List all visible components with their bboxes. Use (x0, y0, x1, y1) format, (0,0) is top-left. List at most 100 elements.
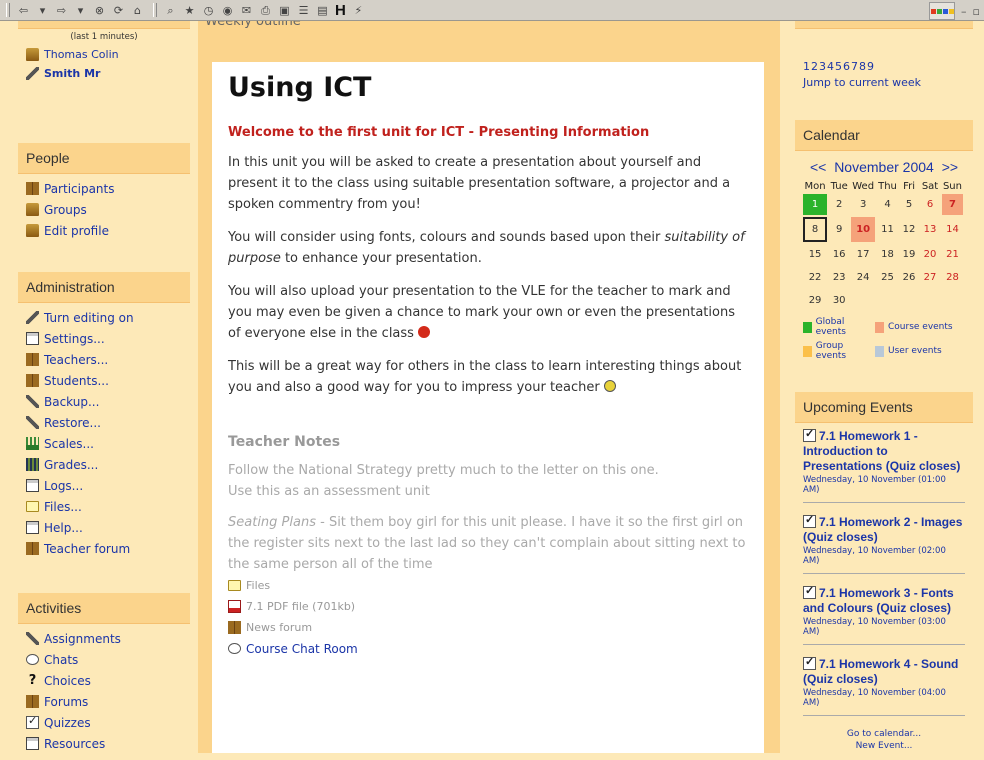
media-icon[interactable]: ◉ (221, 4, 234, 17)
files-link[interactable]: Files... (26, 496, 182, 517)
stop-icon[interactable]: ⊗ (93, 4, 106, 17)
refresh-icon[interactable]: ⟳ (112, 4, 125, 17)
calendar-day[interactable]: 23 (829, 267, 849, 288)
help-link[interactable]: Help... (26, 517, 182, 538)
next-month-link[interactable]: >> (942, 159, 958, 175)
chats-link[interactable]: Chats (26, 649, 182, 670)
minimize-icon[interactable]: – (961, 5, 967, 18)
scales-link[interactable]: Scales... (26, 433, 182, 454)
restore-link[interactable]: Restore... (26, 412, 182, 433)
user-thomas-colin[interactable]: Thomas Colin (26, 45, 182, 64)
calendar-day[interactable]: 30 (829, 290, 849, 311)
calendar-day[interactable]: 28 (942, 267, 963, 288)
calendar-day[interactable]: 7 (941, 194, 963, 215)
calendar-day[interactable]: 21 (942, 244, 963, 265)
teacher-note: Follow the National Strategy pretty much… (228, 463, 659, 499)
calendar-day[interactable]: 11 (877, 217, 898, 242)
event-item[interactable]: 7.1 Homework 1 - Introduction to Present… (803, 427, 965, 503)
mail-icon[interactable]: ✉ (240, 4, 253, 17)
calendar-day[interactable]: 2 (829, 194, 849, 215)
settings-link[interactable]: Settings... (26, 328, 182, 349)
forums-link[interactable]: Forums (26, 691, 182, 712)
calendar-day[interactable]: 27 (920, 267, 940, 288)
messenger-icon[interactable]: ▤ (316, 4, 329, 17)
course-chat-room-link[interactable]: Course Chat Room (228, 638, 764, 659)
participants-link[interactable]: Participants (26, 178, 182, 199)
calendar-day[interactable]: 9 (829, 217, 849, 242)
week-link-4[interactable]: 4 (827, 60, 835, 73)
legend-user-events[interactable]: User events (875, 341, 959, 361)
calendar-day[interactable]: 3 (851, 194, 875, 215)
links-icon[interactable]: ⚡ (352, 4, 365, 17)
calendar-event-day[interactable]: 10 (851, 217, 876, 242)
week-link-3[interactable]: 3 (819, 60, 827, 73)
search-icon[interactable]: ⌕ (164, 4, 177, 17)
calendar-day[interactable]: 15 (803, 244, 827, 265)
go-to-calendar-link[interactable]: Go to calendar... (803, 728, 965, 740)
calendar-day[interactable]: 20 (920, 244, 940, 265)
files-resource[interactable]: Files (228, 575, 764, 596)
resources-link[interactable]: Resources (26, 733, 182, 754)
calendar-day[interactable]: 24 (851, 267, 875, 288)
choices-link[interactable]: ? Choices (26, 670, 182, 691)
news-forum-resource[interactable]: News forum (228, 617, 764, 638)
week-link-9[interactable]: 9 (867, 60, 875, 73)
calendar-day[interactable]: 22 (803, 267, 827, 288)
new-event-link[interactable]: New Event... (803, 740, 965, 752)
event-item[interactable]: 7.1 Homework 3 - Fonts and Colours (Quiz… (803, 584, 965, 645)
calendar-day[interactable]: 25 (877, 267, 898, 288)
heading-icon[interactable]: H (335, 3, 346, 18)
dropdown-icon[interactable]: ▾ (36, 4, 49, 17)
calendar-day[interactable]: 4 (877, 194, 898, 215)
jump-current-week-link[interactable]: Jump to current week (803, 75, 965, 91)
calendar-day[interactable]: 6 (920, 194, 940, 215)
dropdown-icon[interactable]: ▾ (74, 4, 87, 17)
teachers-link[interactable]: Teachers... (26, 349, 182, 370)
calendar-day[interactable]: 26 (900, 267, 918, 288)
back-icon[interactable]: ⇦ (17, 4, 30, 17)
discuss-icon[interactable]: ☰ (297, 4, 310, 17)
assignments-link[interactable]: Assignments (26, 628, 182, 649)
turn-editing-on-link[interactable]: Turn editing on (26, 307, 182, 328)
week-link-2[interactable]: 2 (811, 60, 819, 73)
calendar-day[interactable]: 18 (877, 244, 898, 265)
restore-icon[interactable]: ▫ (973, 5, 980, 18)
calendar-today[interactable]: 8 (803, 217, 828, 242)
forward-icon[interactable]: ⇨ (55, 4, 68, 17)
edit-icon[interactable]: ▣ (278, 4, 291, 17)
grades-link[interactable]: Grades... (26, 454, 182, 475)
backup-link[interactable]: Backup... (26, 391, 182, 412)
history-icon[interactable]: ◷ (202, 4, 215, 17)
calendar-day[interactable]: 16 (829, 244, 849, 265)
students-link[interactable]: Students... (26, 370, 182, 391)
legend-group-events[interactable]: Group events (803, 341, 875, 361)
calendar-day[interactable]: 14 (942, 217, 963, 242)
week-link-6[interactable]: 6 (843, 60, 851, 73)
week-link-1[interactable]: 1 (803, 60, 811, 73)
user-smith-mr[interactable]: Smith Mr (26, 64, 182, 83)
edit-profile-link[interactable]: Edit profile (26, 220, 182, 241)
event-item[interactable]: 7.1 Homework 4 - Sound (Quiz closes) Wed… (803, 655, 965, 716)
event-item[interactable]: 7.1 Homework 2 - Images (Quiz closes) We… (803, 513, 965, 574)
week-link-7[interactable]: 7 (851, 60, 859, 73)
logs-link[interactable]: Logs... (26, 475, 182, 496)
prev-month-link[interactable]: << (810, 159, 826, 175)
pdf-resource[interactable]: 7.1 PDF file (701kb) (228, 596, 764, 617)
calendar-day[interactable]: 12 (900, 217, 918, 242)
calendar-day[interactable]: 19 (900, 244, 918, 265)
favorites-icon[interactable]: ★ (183, 4, 196, 17)
calendar-day[interactable]: 5 (900, 194, 918, 215)
print-icon[interactable]: ⎙ (259, 4, 272, 17)
legend-global-events[interactable]: Global events (803, 317, 875, 337)
home-icon[interactable]: ⌂ (131, 4, 144, 17)
calendar-day[interactable]: 17 (851, 244, 875, 265)
quizzes-link[interactable]: Quizzes (26, 712, 182, 733)
calendar-day[interactable]: 29 (803, 290, 827, 311)
legend-course-events[interactable]: Course events (875, 317, 959, 337)
week-link-5[interactable]: 5 (835, 60, 843, 73)
calendar-day[interactable]: 1 (803, 194, 828, 215)
calendar-day[interactable]: 13 (920, 217, 940, 242)
week-link-8[interactable]: 8 (859, 60, 867, 73)
teacher-forum-link[interactable]: Teacher forum (26, 538, 182, 559)
groups-link[interactable]: Groups (26, 199, 182, 220)
